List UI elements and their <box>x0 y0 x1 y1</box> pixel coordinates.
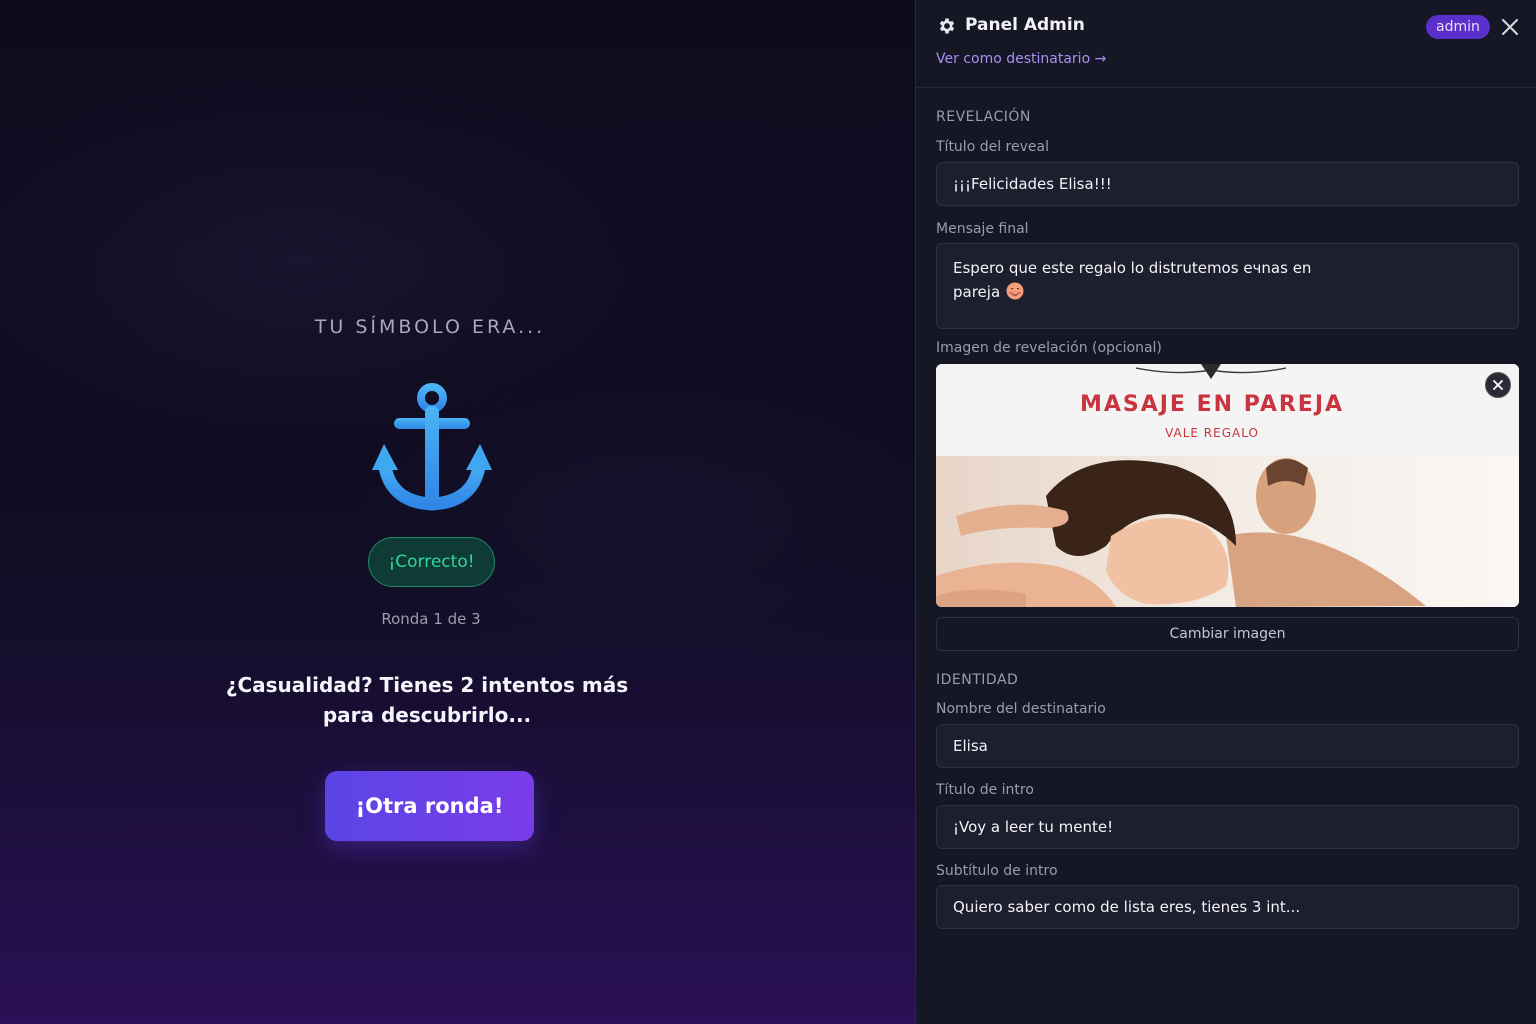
reveal-image-preview: MASAJE EN PAREJA VALE REGALO <box>936 364 1519 607</box>
voucher-ornament <box>1136 364 1286 379</box>
reveal-image-label: Imagen de revelación (opcional) <box>936 340 1162 356</box>
intro-subtitle-label: Subtítulo de intro <box>936 863 1058 879</box>
voucher-title: MASAJE EN PAREJA <box>1079 392 1345 417</box>
intro-title-input[interactable]: ¡Voy a leer tu mente! <box>936 805 1519 849</box>
correct-badge: ¡Correcto! <box>368 537 495 587</box>
intro-subtitle-value: Quiero saber como de lista eres, tienes … <box>953 898 1301 916</box>
panel-title: Panel Admin <box>965 15 1085 35</box>
reveal-title-value: ¡¡¡Felicidades Elisa!!! <box>953 175 1112 193</box>
next-round-button[interactable]: ¡Otra ronda! <box>325 771 534 841</box>
massage-couple-photo <box>936 456 1519 607</box>
remove-image-button[interactable] <box>1485 372 1511 398</box>
close-icon <box>1493 380 1503 390</box>
reveal-title-input[interactable]: ¡¡¡Felicidades Elisa!!! <box>936 162 1519 206</box>
intro-title-label: Título de intro <box>936 782 1034 798</box>
game-area: TU SÍMBOLO ERA... ¡Correcto! Ronda 1 de … <box>0 0 915 1024</box>
section-reveal: REVELACIÓN <box>936 109 1031 125</box>
symbol-caption: TU SÍMBOLO ERA... <box>314 316 546 338</box>
close-icon[interactable] <box>1500 17 1520 37</box>
gear-icon <box>939 18 955 34</box>
admin-panel: Panel Admin admin Ver como destinatario … <box>915 0 1536 1024</box>
round-label: Ronda 1 de 3 <box>381 610 481 628</box>
blushing-face-icon <box>1006 282 1024 300</box>
voucher-subtitle: VALE REGALO <box>1165 426 1259 440</box>
final-message-textarea[interactable]: Espero que este regalo lo distrutemos eч… <box>936 243 1519 329</box>
recipient-name-label: Nombre del destinatario <box>936 701 1106 717</box>
recipient-name-input[interactable]: Elisa <box>936 724 1519 768</box>
anchor-icon <box>372 383 492 511</box>
voucher-header: MASAJE EN PAREJA VALE REGALO <box>936 364 1519 456</box>
view-as-recipient-link[interactable]: Ver como destinatario → <box>936 51 1106 67</box>
intro-title-value: ¡Voy a leer tu mente! <box>953 818 1114 836</box>
reveal-title-label: Título del reveal <box>936 139 1049 155</box>
final-message-text: Espero que este regalo lo distrutemos eч… <box>953 256 1333 304</box>
recipient-name-value: Elisa <box>953 737 988 755</box>
hint-text: ¿Casualidad? Tienes 2 intentos más para … <box>225 673 629 727</box>
section-identity: IDENTIDAD <box>936 672 1019 688</box>
panel-header: Panel Admin admin Ver como destinatario … <box>916 0 1536 88</box>
change-image-button[interactable]: Cambiar imagen <box>936 617 1519 651</box>
admin-badge: admin <box>1426 15 1490 39</box>
intro-subtitle-input[interactable]: Quiero saber como de lista eres, tienes … <box>936 885 1519 929</box>
final-message-label: Mensaje final <box>936 221 1029 237</box>
